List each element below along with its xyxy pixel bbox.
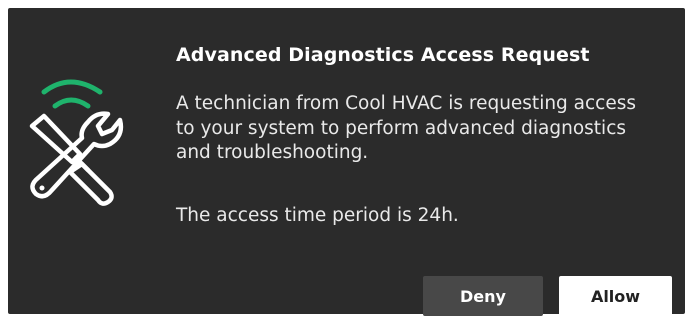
signal-arc-inner	[52, 97, 91, 109]
access-request-dialog: Advanced Diagnostics Access Request A te…	[8, 8, 685, 316]
dialog-message: A technician from Cool HVAC is requestin…	[176, 93, 637, 163]
deny-button[interactable]: Deny	[423, 276, 543, 316]
signal-arc-outer	[41, 79, 103, 95]
wifi-tools-graphic	[29, 79, 124, 206]
access-period-text: The access time period is 24h.	[176, 205, 459, 226]
allow-button[interactable]: Allow	[559, 276, 672, 316]
wifi-tools-icon	[22, 74, 126, 214]
dialog-title: Advanced Diagnostics Access Request	[176, 44, 590, 66]
